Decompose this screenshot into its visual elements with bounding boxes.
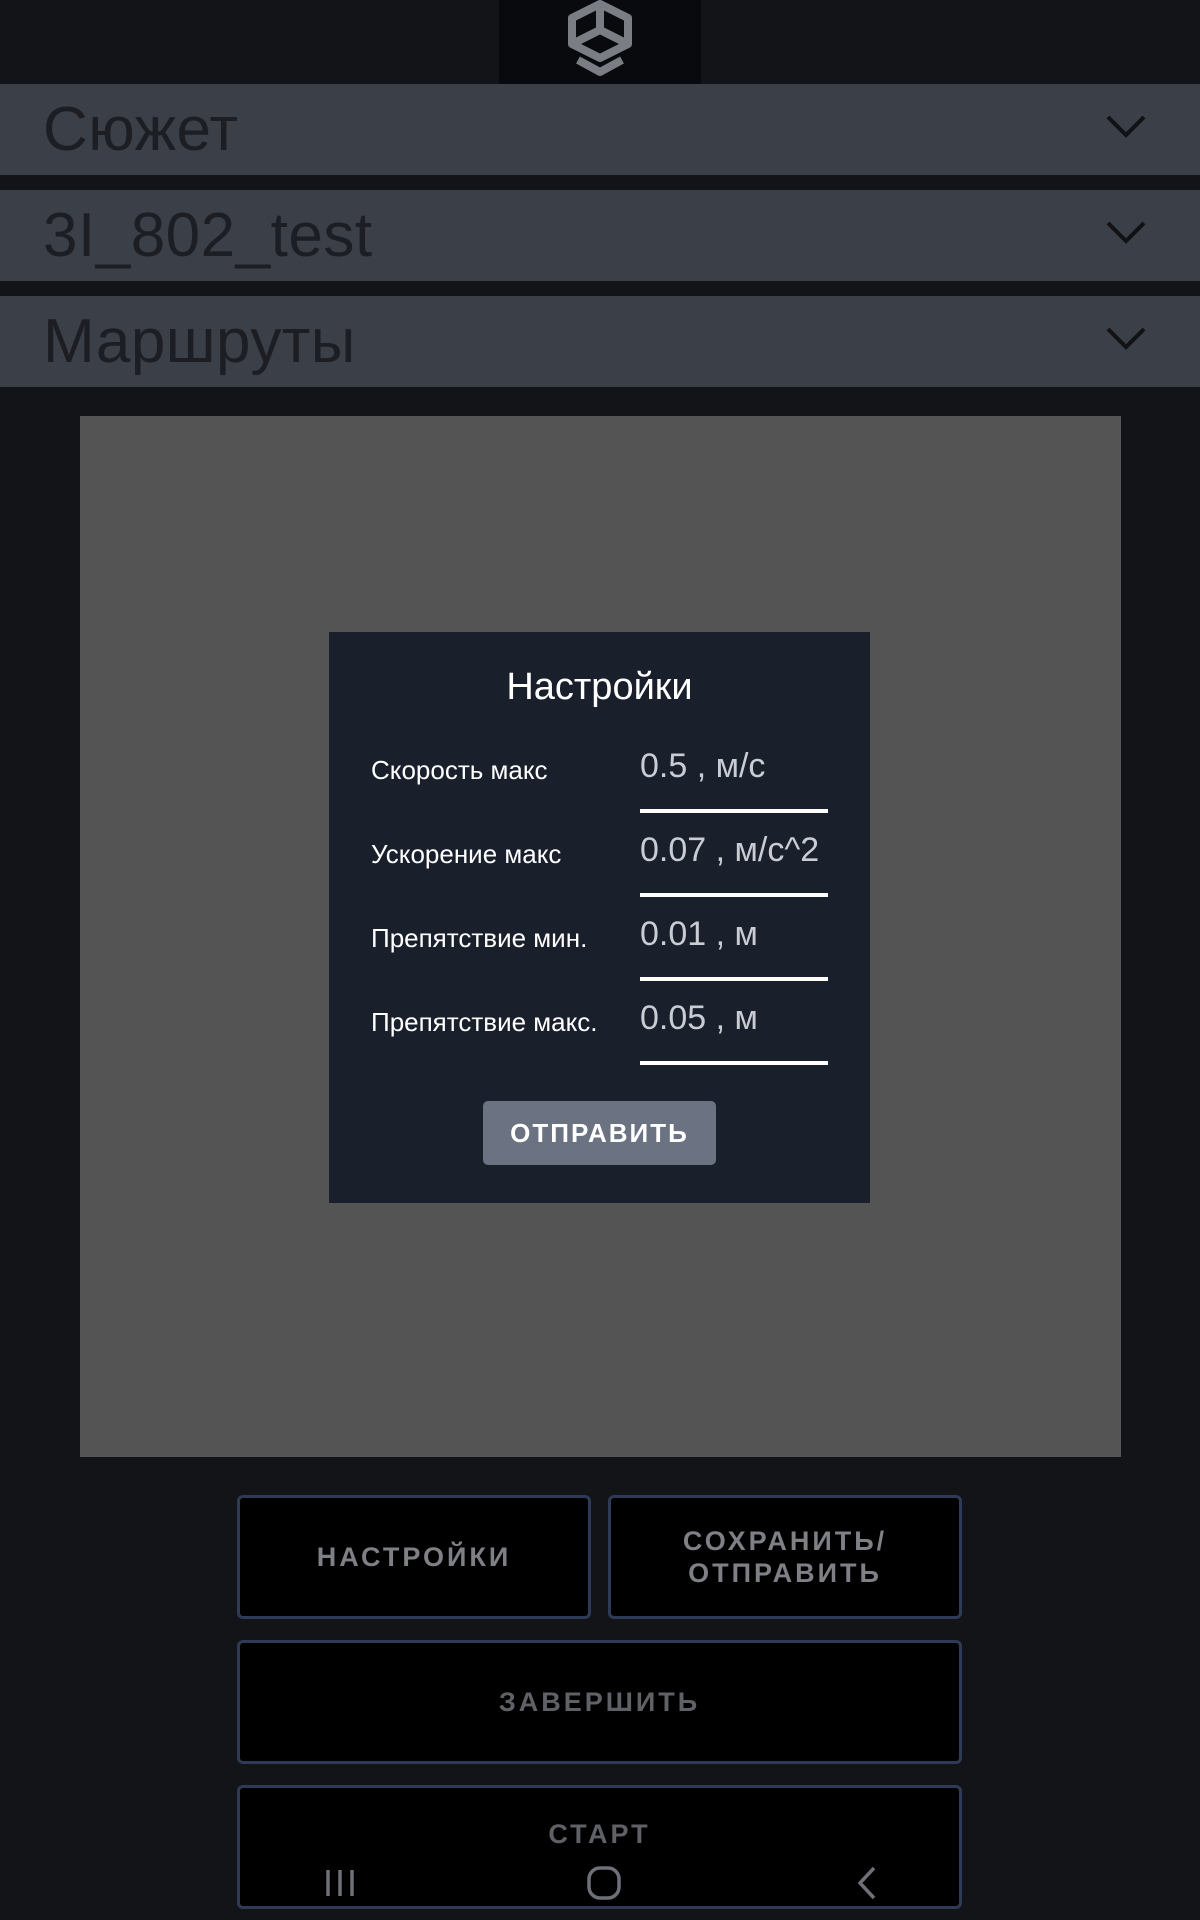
start-button[interactable]: СТАРТ [237, 1785, 962, 1909]
finish-button-label: ЗАВЕРШИТЬ [498, 1687, 701, 1717]
settings-button[interactable]: НАСТРОЙКИ [237, 1495, 591, 1619]
min-obstacle-input[interactable]: 0.01 , м [640, 915, 828, 981]
finish-button[interactable]: ЗАВЕРШИТЬ [237, 1640, 962, 1764]
save-send-button-label: СОХРАНИТЬ/ ОТПРАВИТЬ [682, 1526, 888, 1588]
max-accel-label: Ускорение макс [371, 839, 562, 869]
plot-dropdown-label: Сюжет [43, 95, 239, 164]
max-speed-input[interactable]: 0.5 , м/с [640, 747, 828, 813]
min-obstacle-label: Препятствие мин. [371, 923, 588, 953]
send-button[interactable]: ОТПРАВИТЬ [483, 1101, 716, 1165]
settings-button-label: НАСТРОЙКИ [316, 1542, 512, 1572]
test-dropdown[interactable]: 3I_802_test [0, 190, 1200, 281]
max-obstacle-input[interactable]: 0.05 , м [640, 999, 828, 1065]
routes-dropdown-label: Маршруты [43, 307, 356, 376]
min-obstacle-value: 0.01 , м [640, 915, 758, 953]
plot-dropdown[interactable]: Сюжет [0, 84, 1200, 175]
max-obstacle-value: 0.05 , м [640, 999, 758, 1037]
routes-dropdown[interactable]: Маршруты [0, 296, 1200, 387]
max-obstacle-label: Препятствие макс. [371, 1007, 598, 1037]
max-obstacle-row: Препятствие макс. 0.05 , м [371, 999, 828, 1069]
chevron-down-icon [1106, 327, 1146, 350]
app-logo [499, 0, 701, 84]
max-speed-value: 0.5 , м/с [640, 747, 766, 785]
cube-logo-icon [568, 0, 632, 76]
max-accel-input[interactable]: 0.07 , м/с^2 [640, 831, 828, 897]
chevron-down-icon [1106, 221, 1146, 244]
settings-dialog: Настройки Скорость макс 0.5 , м/с Ускоре… [329, 632, 870, 1203]
min-obstacle-row: Препятствие мин. 0.01 , м [371, 915, 828, 985]
dialog-title: Настройки [506, 666, 693, 708]
test-dropdown-label: 3I_802_test [43, 201, 373, 270]
max-accel-value: 0.07 , м/с^2 [640, 831, 820, 869]
start-button-label: СТАРТ [548, 1819, 651, 1849]
max-accel-row: Ускорение макс 0.07 , м/с^2 [371, 831, 828, 901]
max-speed-label: Скорость макс [371, 755, 548, 785]
save-send-button[interactable]: СОХРАНИТЬ/ ОТПРАВИТЬ [608, 1495, 962, 1619]
max-speed-row: Скорость макс 0.5 , м/с [371, 747, 828, 817]
chevron-down-icon [1106, 115, 1146, 138]
